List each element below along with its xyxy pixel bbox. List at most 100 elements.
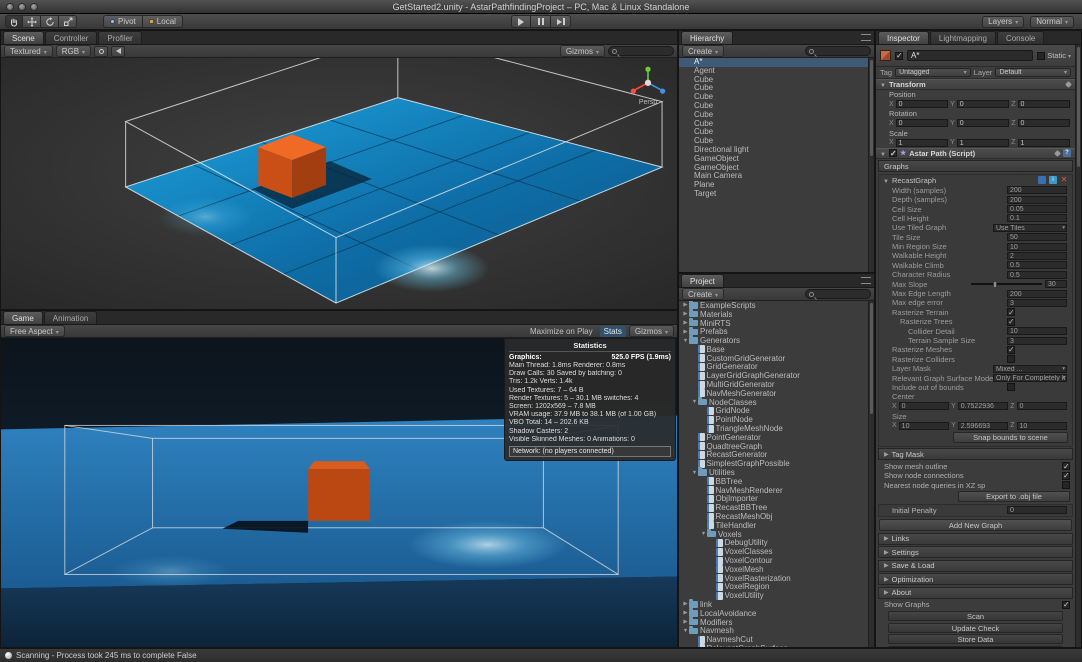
add-new-graph-button[interactable]: Add New Graph	[879, 519, 1072, 531]
slider-thumb[interactable]	[993, 281, 997, 288]
setting-checkbox[interactable]	[1007, 308, 1015, 316]
position-y-field[interactable]: 0	[957, 100, 1009, 108]
expander-icon[interactable]	[691, 399, 698, 405]
scale-tool-button[interactable]	[59, 15, 77, 28]
astar-path-header[interactable]: Astar Path (Script)	[876, 148, 1075, 159]
project-item[interactable]: ExampleScripts	[679, 301, 868, 310]
recast-setting-row[interactable]: Rasterize Colliders	[879, 355, 1072, 364]
value-field[interactable]: 50	[1007, 233, 1067, 241]
foldout-icon[interactable]	[884, 573, 889, 586]
project-item[interactable]: Voxels	[679, 530, 868, 539]
shading-mode-dropdown[interactable]: Textured	[4, 45, 53, 57]
project-item[interactable]: VoxelClasses	[679, 547, 868, 556]
recast-setting-row[interactable]: Rasterize Terrain	[879, 308, 1072, 317]
size-x-field[interactable]: 10	[899, 422, 949, 430]
value-field[interactable]: Use Tiles	[993, 224, 1067, 232]
pivot-toggle[interactable]: Pivot	[103, 15, 143, 28]
rotation-z-field[interactable]: 0	[1018, 119, 1070, 127]
project-item[interactable]: Modifiers	[679, 618, 868, 627]
audio-toggle[interactable]	[111, 46, 125, 57]
recast-setting-row[interactable]: Tile Size 50	[879, 233, 1072, 242]
value-field[interactable]: 3	[1007, 299, 1067, 307]
recast-setting-row[interactable]: Terrain Sample Size 3	[879, 336, 1072, 345]
project-item[interactable]: Utilities	[679, 468, 868, 477]
minimize-window-button[interactable]	[18, 3, 26, 11]
hierarchy-tab[interactable]: Hierarchy	[681, 31, 733, 44]
play-button[interactable]	[511, 15, 531, 28]
foldout-icon[interactable]	[884, 448, 889, 461]
active-checkbox[interactable]	[895, 52, 903, 60]
recast-graph-header[interactable]: RecastGraph	[879, 175, 1072, 186]
render-channel-dropdown[interactable]: RGB	[56, 45, 91, 57]
project-item[interactable]: RecastMeshObj	[679, 512, 868, 521]
value-field[interactable]: Mixed ...	[993, 365, 1067, 373]
help-icon[interactable]	[1063, 149, 1071, 157]
transform-header[interactable]: Transform	[876, 79, 1075, 90]
foldout-icon[interactable]	[884, 586, 889, 599]
create-dropdown[interactable]: Create	[682, 45, 724, 57]
hierarchy-item[interactable]: Target	[679, 190, 868, 199]
project-item[interactable]: Base	[679, 345, 868, 354]
slider-track[interactable]	[971, 283, 1042, 285]
project-item[interactable]: LocalAvoidance	[679, 609, 868, 618]
scale-y-field[interactable]: 1	[957, 139, 1009, 147]
value-field[interactable]: 0.05	[1007, 205, 1067, 213]
value-field[interactable]: 200	[1007, 290, 1067, 298]
project-tab[interactable]: Project	[681, 274, 724, 287]
gear-icon[interactable]	[1055, 151, 1060, 156]
setting-value[interactable]: 0.1	[1007, 214, 1067, 222]
graph-gizmo-icon[interactable]	[1038, 176, 1046, 184]
recast-setting-row[interactable]: Character Radius 0.5	[879, 270, 1072, 279]
toggle-row[interactable]: Show node connections	[876, 471, 1075, 480]
setting-value[interactable]: 0.5	[1007, 271, 1067, 279]
position-z-field[interactable]: 0	[1018, 100, 1070, 108]
size-z-field[interactable]: 10	[1017, 422, 1067, 430]
expander-icon[interactable]	[691, 470, 698, 476]
value-field[interactable]: 3	[1007, 337, 1067, 345]
project-item[interactable]: BBTree	[679, 477, 868, 486]
tag-dropdown[interactable]: Untagged	[895, 68, 971, 77]
scene-orientation-gizmo[interactable]: Persp	[625, 64, 671, 106]
section-header[interactable]: Save & Load	[878, 560, 1073, 572]
static-dropdown[interactable]: Static	[1037, 51, 1071, 60]
close-window-button[interactable]	[6, 3, 14, 11]
center-x-field[interactable]: 0	[899, 402, 949, 410]
setting-value[interactable]: 10	[1007, 327, 1067, 335]
foldout-icon[interactable]	[883, 176, 889, 185]
project-item[interactable]: LayerGridGraphGenerator	[679, 371, 868, 380]
project-item[interactable]: Navmesh	[679, 626, 868, 635]
project-item[interactable]: NavMeshGenerator	[679, 389, 868, 398]
expander-icon[interactable]	[700, 531, 707, 537]
project-item[interactable]: RecastBBTree	[679, 503, 868, 512]
snap-bounds-button[interactable]: Snap bounds to scene	[953, 432, 1068, 443]
expander-icon[interactable]	[682, 320, 689, 326]
project-scrollbar[interactable]	[868, 301, 874, 647]
project-item[interactable]: VoxelRasterization	[679, 574, 868, 583]
setting-value[interactable]	[1007, 383, 1067, 391]
foldout-icon[interactable]	[880, 149, 886, 158]
foldout-icon[interactable]	[880, 80, 886, 89]
layout-dropdown[interactable]: Normal	[1030, 16, 1074, 28]
recast-setting-row[interactable]: Collider Detail 10	[879, 326, 1072, 335]
setting-value[interactable]: 200	[1007, 186, 1067, 194]
status-bar[interactable]: Scanning - Process took 245 ms to comple…	[0, 648, 1082, 662]
project-item[interactable]: ObjImporter	[679, 495, 868, 504]
setting-value[interactable]: Mixed ...	[993, 365, 1067, 373]
inspector-scrollbar[interactable]	[1075, 45, 1081, 647]
scene-tab[interactable]: Scene	[3, 31, 44, 44]
project-item[interactable]: DebugUtility	[679, 539, 868, 548]
recast-setting-row[interactable]: Cell Size 0.05	[879, 204, 1072, 213]
project-item[interactable]: VoxelRegion	[679, 583, 868, 592]
setting-value[interactable]	[1007, 318, 1067, 326]
export-obj-button[interactable]: Export to .obj file	[958, 491, 1070, 502]
rotate-tool-button[interactable]	[41, 15, 59, 28]
project-item[interactable]: VoxelContour	[679, 556, 868, 565]
setting-value[interactable]: 200	[1007, 290, 1067, 298]
project-item[interactable]: VoxelUtility	[679, 591, 868, 600]
initial-penalty-field[interactable]: 0	[1007, 506, 1067, 514]
setting-value[interactable]: 2	[1007, 252, 1067, 260]
scene-gizmos-dropdown[interactable]: Gizmos	[560, 45, 605, 57]
setting-value[interactable]: 0.5	[1007, 261, 1067, 269]
gameobject-name-field[interactable]: A*	[907, 50, 1033, 61]
value-field[interactable]: 200	[1007, 186, 1067, 194]
